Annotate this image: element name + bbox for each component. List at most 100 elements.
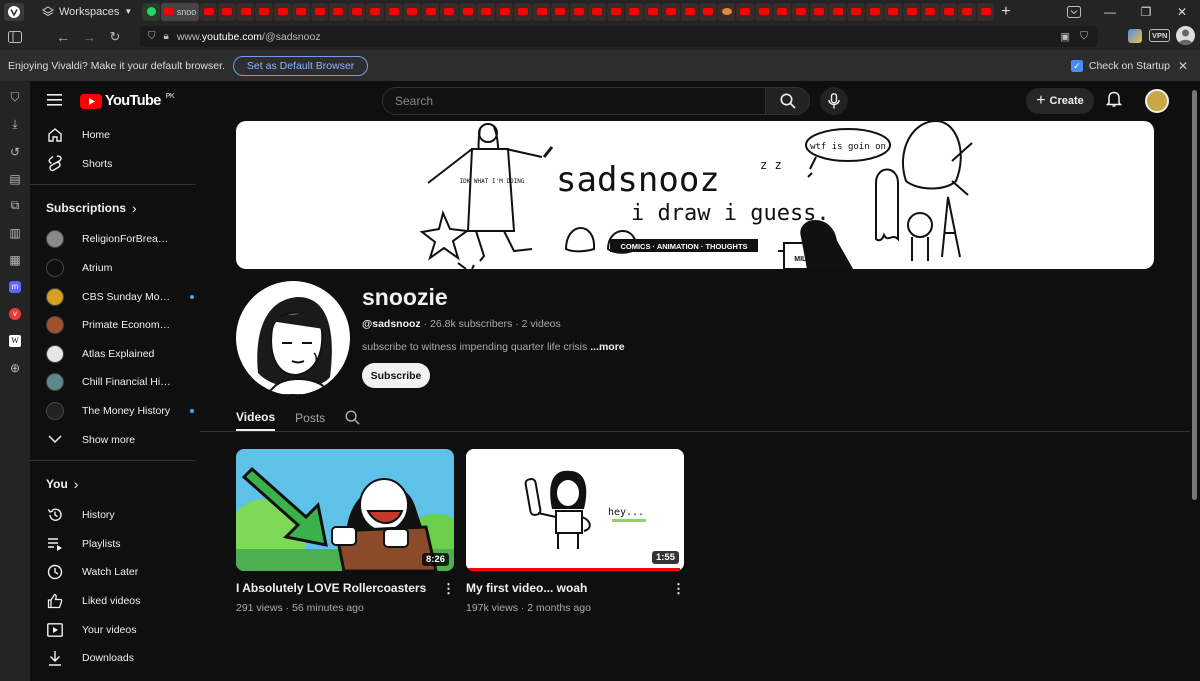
browser-tab[interactable] xyxy=(865,2,884,21)
browser-tab[interactable] xyxy=(773,2,791,21)
account-avatar[interactable] xyxy=(1145,89,1169,113)
browser-tab[interactable] xyxy=(606,2,625,21)
browser-tab[interactable] xyxy=(569,2,588,21)
browser-tab[interactable] xyxy=(754,2,773,21)
browser-tab[interactable] xyxy=(142,2,160,21)
create-button[interactable]: + Create xyxy=(1026,88,1094,114)
sidebar-subscription-item[interactable]: Atlas Explained xyxy=(30,340,196,369)
video-card[interactable]: 8:26 I Absolutely LOVE Rollercoasters ⋮ … xyxy=(236,449,455,614)
sidebar-subscription-item[interactable]: The Money History xyxy=(30,397,196,426)
translate-panel-button[interactable]: ⧉ xyxy=(0,192,30,219)
mastodon-panel-button[interactable]: m xyxy=(0,273,30,300)
workspaces-button[interactable]: Workspaces ▼ xyxy=(42,6,132,18)
tab-videos[interactable]: Videos xyxy=(236,404,276,431)
tab-list-button[interactable] xyxy=(1056,5,1092,18)
browser-tab[interactable] xyxy=(366,2,384,21)
extension-icon[interactable] xyxy=(1128,29,1142,43)
browser-tab[interactable] xyxy=(810,2,828,21)
notifications-button[interactable] xyxy=(1106,90,1122,108)
browser-tab[interactable] xyxy=(255,2,273,21)
browser-tab[interactable] xyxy=(458,2,477,21)
browser-tab[interactable] xyxy=(625,2,643,21)
browser-tab[interactable] xyxy=(662,2,680,21)
browser-tab[interactable] xyxy=(921,2,939,21)
youtube-logo[interactable]: YouTube PK xyxy=(80,93,175,109)
channel-search-button[interactable] xyxy=(345,404,360,431)
browser-tab[interactable] xyxy=(588,2,606,21)
subscribe-button[interactable]: Subscribe xyxy=(362,363,430,388)
browser-tab[interactable] xyxy=(514,2,532,21)
new-tab-button[interactable]: + xyxy=(1001,3,1010,21)
browser-tab[interactable] xyxy=(421,2,440,21)
browser-tab[interactable] xyxy=(310,2,329,21)
browser-tab[interactable] xyxy=(847,2,865,21)
panel-toggle-button[interactable] xyxy=(2,30,28,43)
browser-tab[interactable] xyxy=(828,2,847,21)
sidebar-item-downloads[interactable]: Downloads xyxy=(30,644,196,673)
checkbox-checked-icon[interactable]: ✓ xyxy=(1070,59,1083,72)
browser-tab[interactable] xyxy=(902,2,921,21)
channel-avatar[interactable] xyxy=(236,281,350,395)
video-title[interactable]: I Absolutely LOVE Rollercoasters xyxy=(236,581,426,597)
minimize-button[interactable]: — xyxy=(1092,5,1128,19)
vpn-button[interactable]: VPN xyxy=(1149,29,1171,42)
vivaldi-panel-button[interactable]: v xyxy=(0,300,30,327)
browser-tab[interactable] xyxy=(958,2,976,21)
restore-button[interactable]: ❐ xyxy=(1128,5,1164,19)
video-title[interactable]: My first video... woah xyxy=(466,581,587,597)
forward-button[interactable]: → xyxy=(76,29,102,45)
sidebar-item-home[interactable]: Home xyxy=(30,121,196,150)
sidebar-item-liked-videos[interactable]: Liked videos xyxy=(30,587,196,616)
tab-posts[interactable]: Posts xyxy=(295,404,325,431)
browser-tab[interactable] xyxy=(699,2,717,21)
browser-tab[interactable] xyxy=(403,2,421,21)
profile-avatar[interactable] xyxy=(1176,26,1195,45)
bookmark-icon[interactable]: ⛉ xyxy=(1080,30,1088,43)
more-actions-icon[interactable]: ⋮ xyxy=(442,581,455,597)
bookmarks-panel-button[interactable]: ⛉ xyxy=(0,84,30,111)
browser-tab[interactable] xyxy=(477,2,495,21)
sidebar-subscription-item[interactable]: Chill Financial History xyxy=(30,368,196,397)
wikipedia-panel-button[interactable]: W xyxy=(0,327,30,354)
browser-tab[interactable] xyxy=(643,2,662,21)
browser-tab[interactable] xyxy=(976,2,995,21)
video-card[interactable]: hey... 1:55 My first video... woah ⋮ 197… xyxy=(466,449,685,614)
sidebar-item-shorts[interactable]: Shorts xyxy=(30,150,196,179)
browser-tab-active[interactable]: snoo xyxy=(160,2,199,21)
sidebar-subscription-item[interactable]: Atrium xyxy=(30,254,196,283)
browser-tab[interactable] xyxy=(384,2,403,21)
show-more-button[interactable]: Show more xyxy=(30,425,196,454)
browser-tab[interactable] xyxy=(717,2,736,21)
reload-button[interactable]: ↻ xyxy=(102,29,128,45)
search-button[interactable] xyxy=(765,87,810,115)
set-default-browser-button[interactable]: Set as Default Browser xyxy=(232,55,369,76)
downloads-panel-button[interactable]: ⤓ xyxy=(0,111,30,138)
subscriptions-header[interactable]: Subscriptions › xyxy=(30,191,196,225)
voice-search-button[interactable] xyxy=(820,87,848,115)
browser-tab[interactable] xyxy=(440,2,458,21)
description-more-link[interactable]: ...more xyxy=(590,341,624,353)
back-button[interactable]: ← xyxy=(50,29,76,45)
browser-tab[interactable] xyxy=(329,2,347,21)
search-input[interactable]: Search xyxy=(382,87,766,115)
browser-tab[interactable] xyxy=(532,2,551,21)
sidebar-subscription-item[interactable]: Primate Economics xyxy=(30,311,196,340)
browser-tab[interactable] xyxy=(791,2,810,21)
history-panel-button[interactable]: ↺ xyxy=(0,138,30,165)
you-header[interactable]: You › xyxy=(30,467,196,501)
browser-tab[interactable] xyxy=(236,2,255,21)
close-notice-button[interactable]: ✕ xyxy=(1178,59,1188,73)
browser-tab[interactable] xyxy=(199,2,218,21)
add-panel-button[interactable]: ⊕ xyxy=(0,354,30,381)
notes-panel-button[interactable]: ▤ xyxy=(0,165,30,192)
check-on-startup[interactable]: ✓ Check on Startup xyxy=(1070,59,1170,72)
address-field[interactable]: ⛉ 🔒︎ www.youtube.com/@sadsnooz ▣ ⛉ xyxy=(140,26,1098,47)
guide-menu-button[interactable] xyxy=(47,93,62,106)
browser-tab[interactable] xyxy=(218,2,236,21)
browser-tab[interactable] xyxy=(347,2,366,21)
vivaldi-menu-button[interactable] xyxy=(4,2,24,21)
sidebar-item-playlists[interactable]: Playlists xyxy=(30,530,196,559)
video-thumbnail[interactable]: 8:26 xyxy=(236,449,454,571)
browser-tab[interactable] xyxy=(680,2,699,21)
rss-icon[interactable]: ▣ xyxy=(1060,31,1070,43)
